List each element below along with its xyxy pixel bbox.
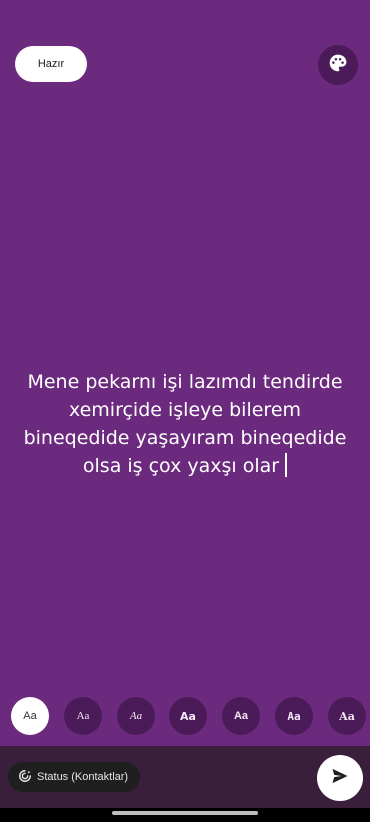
font-option-6[interactable]: Aa — [275, 697, 313, 735]
send-icon — [330, 766, 350, 791]
text-cursor — [285, 453, 288, 477]
font-selector: Aa Aa Aa Aa Aa Aa Aa — [0, 697, 370, 735]
status-icon — [18, 769, 32, 786]
font-option-7[interactable]: Aa — [328, 697, 366, 735]
status-text-input[interactable]: Mene pekarnı işi lazımdı tendirde xemirç… — [20, 368, 350, 480]
status-text-canvas[interactable]: Hazır Mene pekarnı işi lazımdı tendirde … — [0, 0, 370, 746]
palette-button[interactable] — [318, 45, 358, 85]
home-indicator[interactable] — [112, 811, 258, 815]
palette-icon — [328, 53, 348, 78]
bottom-bar: Status (Kontaktlar) — [0, 746, 370, 808]
status-text-content: Mene pekarnı işi lazımdı tendirde xemirç… — [23, 371, 347, 477]
font-option-3[interactable]: Aa — [117, 697, 155, 735]
system-navigation-bar — [0, 808, 370, 822]
audience-label: Status (Kontaktlar) — [37, 771, 129, 783]
audience-selector[interactable]: Status (Kontaktlar) — [8, 762, 141, 792]
font-option-4[interactable]: Aa — [169, 697, 207, 735]
font-option-5[interactable]: Aa — [222, 697, 260, 735]
font-option-1[interactable]: Aa — [11, 697, 49, 735]
done-button[interactable]: Hazır — [15, 46, 87, 82]
send-button[interactable] — [317, 755, 363, 801]
font-option-2[interactable]: Aa — [64, 697, 102, 735]
